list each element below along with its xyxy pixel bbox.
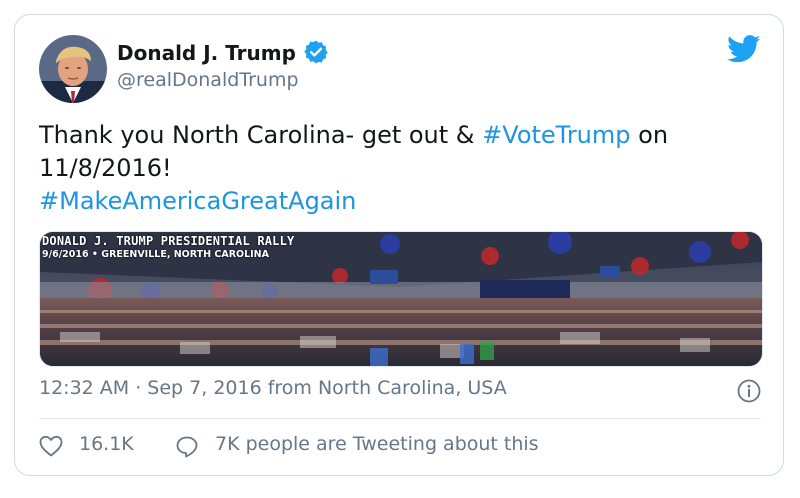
media-overlay-title: DONALD J. TRUMP PRESIDENTIAL RALLY <box>42 234 295 248</box>
tweet-card: Donald J. Trump @realDonaldTrump Thank y… <box>14 14 784 476</box>
tweet-text: Thank you North Carolina- get out & #Vot… <box>39 119 759 218</box>
verified-badge-icon <box>304 40 328 64</box>
info-icon[interactable] <box>737 379 761 403</box>
avatar-image <box>39 35 107 103</box>
tweet-text-part1: Thank you North Carolina- get out & <box>39 121 483 149</box>
tweet-timestamp[interactable]: 12:32 AM · Sep 7, 2016 from North Caroli… <box>39 377 507 399</box>
hashtag-makeamericagreatagain[interactable]: #MakeAmericaGreatAgain <box>39 187 356 215</box>
speech-bubble-icon[interactable] <box>175 435 199 459</box>
divider <box>39 418 761 419</box>
like-count[interactable]: 16.1K <box>79 433 134 455</box>
author-name[interactable]: Donald J. Trump <box>117 41 296 65</box>
avatar[interactable] <box>39 35 107 103</box>
tweeting-about-link[interactable]: 7K people are Tweeting about this <box>215 433 539 455</box>
heart-icon[interactable] <box>39 435 63 457</box>
tweet-media-image[interactable]: DONALD J. TRUMP PRESIDENTIAL RALLY 9/6/2… <box>39 231 763 367</box>
hashtag-votetrump[interactable]: #VoteTrump <box>482 121 630 149</box>
media-overlay-subtitle: 9/6/2016 • GREENVILLE, NORTH CAROLINA <box>42 249 269 260</box>
author-handle[interactable]: @realDonaldTrump <box>117 69 299 91</box>
twitter-bird-icon[interactable] <box>727 35 761 63</box>
